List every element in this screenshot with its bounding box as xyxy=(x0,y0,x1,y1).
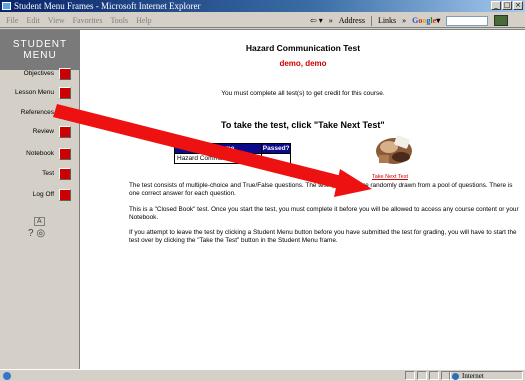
test-table: Test Name Passed? Hazard Communication T… xyxy=(173,143,291,164)
page-title: Hazard Communication Test xyxy=(245,43,361,53)
closed-book-paragraph: This is a "Closed Book" test. Once you s… xyxy=(129,206,519,221)
menu-item-objectives[interactable]: Objectives xyxy=(0,67,80,81)
page-status-icon xyxy=(3,372,11,380)
menu-item-lesson-menu[interactable]: Lesson Menu xyxy=(0,86,80,100)
window-title: Student Menu Frames - Microsoft Internet… xyxy=(14,1,201,11)
utility-icon-row: ? ◎ xyxy=(28,228,58,239)
menu-utility-icons: A ? ◎ xyxy=(28,215,58,239)
menu-edit[interactable]: Edit xyxy=(26,16,39,25)
status-cell xyxy=(417,371,427,380)
test-photo-image xyxy=(371,131,415,169)
menu-favorites[interactable]: Favorites xyxy=(73,16,103,25)
close-button[interactable]: × xyxy=(513,1,523,10)
menu-item-notebook[interactable]: Notebook xyxy=(0,147,80,161)
menu-list: File Edit View Favorites Tools Help xyxy=(6,16,152,25)
table-header-row: Test Name Passed? xyxy=(173,143,291,154)
menu-button-square[interactable] xyxy=(59,189,71,201)
menu-tools[interactable]: Tools xyxy=(110,16,128,25)
menu-button-square[interactable] xyxy=(59,68,71,80)
back-arrow-icon[interactable]: ⇦ ▾ xyxy=(310,16,323,25)
menu-button-square[interactable] xyxy=(59,168,71,180)
links-chevron[interactable]: » xyxy=(402,16,406,25)
window-controls: _ □ × xyxy=(491,1,523,10)
menu-button-square[interactable] xyxy=(59,148,71,160)
menu-button-square[interactable] xyxy=(59,107,71,119)
student-menu-frame: STUDENT MENU Objectives Lesson Menu Refe… xyxy=(0,30,80,370)
test-description-paragraph: The test consists of multiple-choice and… xyxy=(129,182,513,197)
ie-app-icon xyxy=(2,2,11,10)
passed-cell xyxy=(261,153,291,164)
column-header-test-name: Test Name xyxy=(173,143,263,154)
menu-item-label: Log Off xyxy=(32,191,54,198)
links-label[interactable]: Links xyxy=(378,16,396,25)
column-header-passed: Passed? xyxy=(261,143,291,154)
take-test-heading: To take the test, click "Take Next Test" xyxy=(221,120,385,130)
menu-item-review[interactable]: Review xyxy=(0,125,80,139)
menu-view[interactable]: View xyxy=(48,16,65,25)
status-bar: Internet xyxy=(0,369,525,381)
menu-button-square[interactable] xyxy=(59,87,71,99)
google-toolbar-logo[interactable]: Google▾ xyxy=(412,16,440,25)
menu-item-label: References xyxy=(20,109,54,116)
menu-header-line1: STUDENT xyxy=(12,39,68,50)
view-icon[interactable]: ◎ xyxy=(36,228,45,239)
menu-bar: File Edit View Favorites Tools Help ⇦ ▾ … xyxy=(0,12,525,28)
browser-window: Student Menu Frames - Microsoft Internet… xyxy=(0,0,525,381)
table-row: Hazard Communication Test xyxy=(173,153,291,164)
maximize-button[interactable]: □ xyxy=(502,1,512,10)
google-dropdown-icon: ▾ xyxy=(436,16,441,25)
user-name: demo, demo xyxy=(279,59,327,68)
main-frame: Hazard Communication Test demo, demo You… xyxy=(81,30,525,370)
text-size-icon[interactable]: A xyxy=(34,217,45,226)
status-cells xyxy=(405,371,451,380)
google-search-input[interactable] xyxy=(446,15,489,26)
toolbar-chevron[interactable]: » xyxy=(329,16,333,25)
security-zone: Internet xyxy=(449,371,523,380)
take-next-test-link[interactable]: Take Next Test xyxy=(372,174,408,180)
google-search-button[interactable] xyxy=(494,15,509,26)
menu-header-line2: MENU xyxy=(23,50,57,61)
toolbar: ⇦ ▾ » Address Links » Google▾ xyxy=(310,15,509,26)
menu-item-log-off[interactable]: Log Off xyxy=(0,188,80,202)
student-menu-header: STUDENT MENU xyxy=(0,30,80,70)
menu-item-label: Notebook xyxy=(26,150,54,157)
menu-button-square[interactable] xyxy=(59,126,71,138)
title-bar: Student Menu Frames - Microsoft Internet… xyxy=(0,0,525,12)
instruction-text: You must complete all test(s) to get cre… xyxy=(221,90,385,97)
menu-item-references[interactable]: References xyxy=(0,106,80,120)
menu-item-label: Review xyxy=(32,128,54,135)
menu-help[interactable]: Help xyxy=(136,16,152,25)
status-cell xyxy=(405,371,415,380)
page-content: STUDENT MENU Objectives Lesson Menu Refe… xyxy=(0,29,525,370)
leave-test-paragraph: If you attempt to leave the test by clic… xyxy=(129,229,517,244)
menu-file[interactable]: File xyxy=(6,16,18,25)
menu-item-label: Objectives xyxy=(23,70,54,77)
menu-item-label: Lesson Menu xyxy=(14,89,54,96)
toolbar-separator xyxy=(370,15,372,26)
help-icon[interactable]: ? xyxy=(28,228,34,239)
address-label[interactable]: Address xyxy=(339,16,365,25)
globe-icon xyxy=(452,373,459,380)
menu-item-label: Test xyxy=(42,170,54,177)
status-cell xyxy=(429,371,439,380)
test-name-cell: Hazard Communication Test xyxy=(173,153,263,164)
minimize-button[interactable]: _ xyxy=(491,1,501,10)
menu-item-test[interactable]: Test xyxy=(0,167,80,181)
zone-label: Internet xyxy=(462,372,484,380)
